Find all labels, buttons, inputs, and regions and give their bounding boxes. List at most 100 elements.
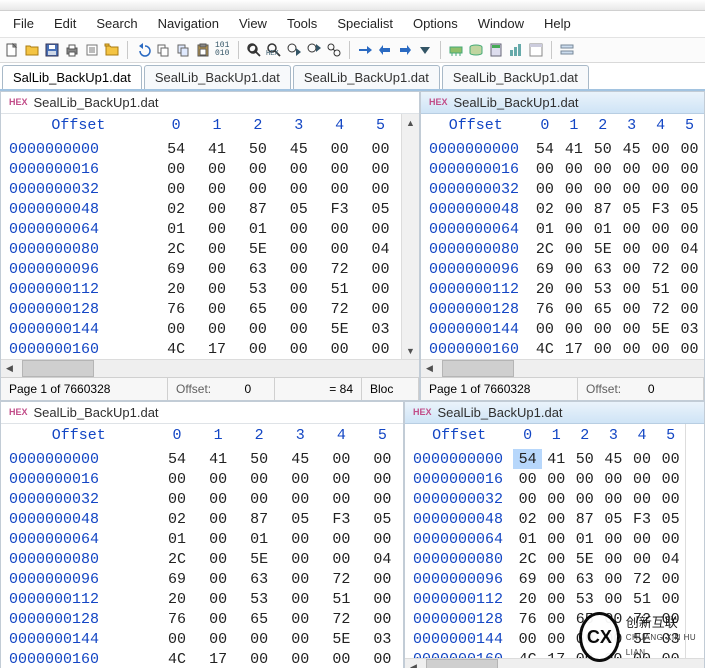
hex-byte[interactable]: 00 — [278, 179, 319, 199]
hex-byte[interactable]: 00 — [588, 339, 617, 359]
hex-byte[interactable]: 00 — [617, 299, 646, 319]
hex-byte[interactable]: 00 — [360, 279, 401, 299]
hex-row[interactable]: 0000000096690063007200 — [421, 259, 704, 279]
hex-byte[interactable]: 00 — [280, 489, 321, 509]
hex-row[interactable]: 0000000064010001000000 — [405, 529, 685, 549]
hex-byte[interactable]: 00 — [319, 159, 360, 179]
hex-row[interactable]: 0000000064010001000000 — [1, 529, 403, 549]
hex-grid-4[interactable]: Offset0123450000000000544150450000000000… — [405, 424, 685, 658]
hex-row[interactable]: 00000000802C005E000004 — [1, 549, 403, 569]
hex-byte[interactable]: 00 — [280, 529, 321, 549]
hex-byte[interactable]: 00 — [646, 219, 675, 239]
hex-row[interactable]: 00000001604C1700000000 — [405, 649, 685, 658]
hex-byte[interactable]: 04 — [362, 549, 403, 569]
hex-byte[interactable]: 50 — [239, 449, 280, 469]
template-icon[interactable] — [528, 42, 544, 58]
scroll-thumb[interactable] — [22, 360, 94, 377]
hex-byte[interactable]: 00 — [646, 239, 675, 259]
hex-row[interactable]: 000000004802008705F305 — [405, 509, 685, 529]
hex-byte[interactable]: 00 — [559, 199, 588, 219]
hex-byte[interactable]: 53 — [571, 589, 600, 609]
find-next-icon[interactable] — [286, 42, 302, 58]
hex-byte[interactable]: 00 — [675, 259, 704, 279]
hex-row[interactable]: 0000000128760065007200 — [1, 609, 403, 629]
hex-grid-3[interactable]: Offset0123450000000000544150450000000000… — [1, 424, 403, 668]
hex-byte[interactable]: 00 — [239, 649, 280, 668]
hex-byte[interactable]: 00 — [599, 489, 628, 509]
hex-row[interactable]: 000000004802008705F305 — [421, 199, 704, 219]
hex-row[interactable]: 0000000064010001000000 — [421, 219, 704, 239]
hex-byte[interactable]: 00 — [542, 629, 571, 649]
hex-byte[interactable]: 00 — [542, 489, 571, 509]
hex-byte[interactable]: 4C — [530, 339, 559, 359]
hex-row[interactable]: 000000004802008705F305 — [1, 199, 401, 219]
hex-byte[interactable]: 17 — [559, 339, 588, 359]
print-icon[interactable] — [64, 42, 80, 58]
save-icon[interactable] — [44, 42, 60, 58]
hex-byte[interactable]: 72 — [321, 569, 362, 589]
hex-byte[interactable]: 54 — [156, 139, 197, 159]
hex-grid-2[interactable]: Offset0123450000000000544150450000000000… — [421, 114, 704, 359]
hex-byte[interactable]: 65 — [571, 609, 600, 629]
hex-byte[interactable]: 01 — [588, 219, 617, 239]
back-icon[interactable] — [377, 42, 393, 58]
hex-byte[interactable]: 53 — [237, 279, 278, 299]
hex-byte[interactable]: 00 — [675, 159, 704, 179]
hex-byte[interactable]: 63 — [588, 259, 617, 279]
hex-byte[interactable]: 00 — [599, 549, 628, 569]
hex-byte[interactable]: 00 — [599, 469, 628, 489]
hex-byte[interactable]: 00 — [360, 179, 401, 199]
hex-byte[interactable]: 03 — [360, 319, 401, 339]
hex-byte[interactable]: 00 — [542, 469, 571, 489]
hex-byte[interactable]: 00 — [198, 609, 239, 629]
hex-row[interactable]: 00000001604C1700000000 — [1, 339, 401, 359]
hex-row[interactable]: 0000000144000000005E03 — [1, 319, 401, 339]
hex-byte[interactable]: 00 — [571, 629, 600, 649]
hex-byte[interactable]: 00 — [360, 219, 401, 239]
hex-row[interactable]: 0000000016000000000000 — [405, 469, 685, 489]
menu-edit[interactable]: Edit — [45, 14, 85, 33]
hex-byte[interactable]: 00 — [237, 159, 278, 179]
properties-icon[interactable] — [84, 42, 100, 58]
menu-specialist[interactable]: Specialist — [328, 14, 402, 33]
menu-window[interactable]: Window — [469, 14, 533, 33]
hex-byte[interactable]: 01 — [237, 219, 278, 239]
panel-title-1[interactable]: HEX SealLib_BackUp1.dat — [1, 92, 419, 114]
hex-byte[interactable]: 00 — [237, 339, 278, 359]
hex-byte[interactable]: 54 — [156, 449, 197, 469]
hex-byte[interactable]: 20 — [156, 589, 197, 609]
paste-icon[interactable] — [195, 42, 211, 58]
nav-down-icon[interactable] — [417, 42, 433, 58]
analyse-icon[interactable] — [508, 42, 524, 58]
hex-byte[interactable]: 00 — [656, 589, 685, 609]
hex-row[interactable]: 0000000096690063007200 — [1, 569, 403, 589]
hex-byte[interactable]: 2C — [530, 239, 559, 259]
hex-row[interactable]: 0000000016000000000000 — [421, 159, 704, 179]
h-scrollbar[interactable]: ◀ — [405, 658, 704, 668]
hex-byte[interactable]: 5E — [571, 549, 600, 569]
hex-byte[interactable]: 00 — [280, 629, 321, 649]
hex-byte[interactable]: 05 — [360, 199, 401, 219]
hex-byte[interactable]: 00 — [198, 509, 239, 529]
hex-byte[interactable]: 03 — [362, 629, 403, 649]
hex-byte[interactable]: 4C — [156, 339, 197, 359]
hex-byte[interactable]: 00 — [197, 239, 238, 259]
hex-byte[interactable]: 00 — [646, 159, 675, 179]
hex-byte[interactable]: 20 — [513, 589, 542, 609]
hex-byte[interactable]: F3 — [646, 199, 675, 219]
hex-byte[interactable]: 20 — [156, 279, 197, 299]
hex-byte[interactable]: 5E — [646, 319, 675, 339]
ram-icon[interactable] — [448, 42, 464, 58]
hex-byte[interactable]: 00 — [321, 469, 362, 489]
hex-byte[interactable]: 00 — [319, 139, 360, 159]
hex-byte[interactable]: 00 — [542, 529, 571, 549]
hex-byte[interactable]: 41 — [542, 449, 571, 469]
hex-byte[interactable]: 00 — [571, 489, 600, 509]
hex-byte[interactable]: F3 — [628, 509, 657, 529]
copy-block-icon[interactable] — [175, 42, 191, 58]
hex-byte[interactable]: 00 — [362, 649, 403, 668]
hex-row[interactable]: 0000000112200053005100 — [1, 589, 403, 609]
calculator-icon[interactable] — [488, 42, 504, 58]
binary-icon[interactable]: 101010 — [215, 42, 231, 58]
hex-row[interactable]: 0000000144000000005E03 — [405, 629, 685, 649]
